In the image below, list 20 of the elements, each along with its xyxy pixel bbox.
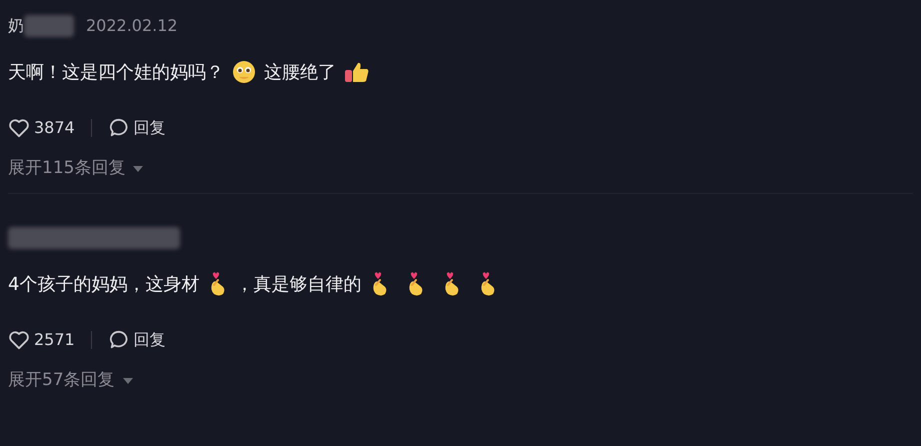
caret-down-icon — [133, 166, 144, 172]
reply-button[interactable]: 回复 — [108, 328, 166, 352]
heart-icon — [8, 118, 30, 138]
reply-button[interactable]: 回复 — [108, 116, 166, 140]
comment-text: 这腰绝了 — [264, 60, 336, 84]
author-name[interactable]: 奶 — [8, 14, 24, 38]
expand-replies-button[interactable]: 展开57条回复 — [8, 369, 133, 393]
comment-icon — [108, 118, 130, 138]
heart-icon — [8, 330, 30, 350]
like-button[interactable]: 2571 — [8, 328, 75, 352]
comment-text: 4个孩子的妈妈，这身材 — [8, 272, 200, 296]
comment-icon — [108, 330, 130, 350]
thumbs-up-icon — [344, 60, 370, 84]
expand-replies-button[interactable]: 展开115条回复 — [8, 157, 144, 181]
blurred-name — [24, 15, 74, 37]
caret-down-icon — [122, 378, 133, 384]
comment-text: ，真是够自律的 — [235, 272, 362, 296]
comment-text: 天啊！这是四个娃的妈吗？ — [8, 60, 224, 84]
comment-date: 2022.02.12 — [86, 15, 178, 37]
like-button[interactable]: 3874 — [8, 116, 75, 140]
